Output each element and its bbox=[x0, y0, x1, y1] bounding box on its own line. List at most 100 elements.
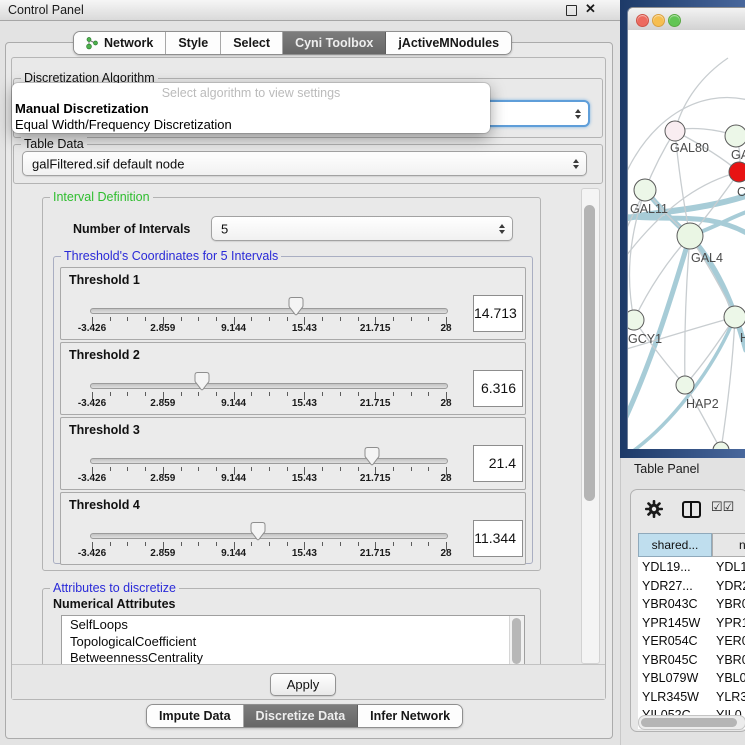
slider-tick bbox=[198, 392, 199, 396]
table-row[interactable]: YER054C YER0 bbox=[638, 633, 745, 652]
table-data-combobox[interactable]: galFiltered.sif default node bbox=[22, 151, 587, 176]
network-node-gal11[interactable] bbox=[634, 179, 656, 201]
cell-shared-name[interactable]: YBR043C bbox=[642, 597, 698, 611]
threshold-slider[interactable]: -3.4262.8599.14415.4321.71528 bbox=[87, 521, 451, 563]
table-row[interactable]: YDL19... YDL1 bbox=[638, 559, 745, 578]
slider-tick bbox=[127, 392, 128, 396]
slider-tick bbox=[110, 542, 111, 546]
threshold-slider[interactable]: -3.4262.8599.14415.4321.71528 bbox=[87, 446, 451, 488]
tab-select[interactable]: Select bbox=[221, 32, 283, 54]
checkbox-columns-icon[interactable]: ☑☑ bbox=[711, 499, 734, 515]
combo-arrows-icon bbox=[575, 109, 581, 119]
settings-vertical-scrollbar[interactable] bbox=[581, 188, 600, 664]
slider-thumb-icon[interactable] bbox=[364, 447, 379, 467]
cell-name[interactable]: YPR1 bbox=[716, 616, 745, 630]
network-node-gal4[interactable] bbox=[677, 223, 703, 249]
cell-shared-name[interactable]: YBL079W bbox=[642, 671, 698, 685]
node-label: GA bbox=[731, 148, 745, 162]
slider-thumb-icon[interactable] bbox=[194, 372, 209, 392]
settings-gear-icon[interactable] bbox=[644, 499, 664, 519]
slider-track[interactable] bbox=[90, 383, 448, 389]
menu-item-equal-width-frequency[interactable]: Equal Width/Frequency Discretization bbox=[15, 117, 232, 132]
scrollbar-thumb[interactable] bbox=[584, 205, 595, 501]
slider-track[interactable] bbox=[90, 458, 448, 464]
tab-discretize-data[interactable]: Discretize Data bbox=[244, 705, 359, 727]
cell-name[interactable]: YBR0 bbox=[716, 653, 745, 667]
table-row[interactable]: YBR043C YBR0 bbox=[638, 596, 745, 615]
column-header-name[interactable]: na bbox=[712, 533, 745, 557]
tab-network[interactable]: Network bbox=[74, 32, 166, 54]
tab-jactivemnodules[interactable]: jActiveMNodules bbox=[386, 32, 511, 54]
threshold-label: Threshold 2 bbox=[69, 348, 140, 362]
cell-shared-name[interactable]: YLR345W bbox=[642, 690, 699, 704]
table-row[interactable]: YDR27... YDR2 bbox=[638, 578, 745, 597]
slider-tick bbox=[110, 317, 111, 321]
slider-tick bbox=[340, 467, 341, 471]
numerical-attributes-list[interactable]: SelfLoopsTopologicalCoefficientBetweenne… bbox=[61, 615, 525, 664]
cell-shared-name[interactable]: YDR27... bbox=[642, 579, 693, 593]
slider-track[interactable] bbox=[90, 533, 448, 539]
cell-name[interactable]: YDR2 bbox=[716, 579, 745, 593]
threshold-label: Threshold 1 bbox=[69, 273, 140, 287]
slider-tick-label: -3.426 bbox=[78, 473, 106, 484]
number-of-intervals-combobox[interactable]: 5 bbox=[211, 216, 513, 241]
menu-item-manual-discretization[interactable]: Manual Discretization bbox=[15, 101, 149, 116]
tab-impute-data[interactable]: Impute Data bbox=[147, 705, 244, 727]
network-node-c[interactable] bbox=[729, 162, 745, 182]
cell-shared-name[interactable]: YPR145W bbox=[642, 616, 700, 630]
network-node[interactable] bbox=[713, 442, 729, 449]
minimize-traffic-light[interactable] bbox=[652, 14, 665, 27]
threshold-value-field[interactable]: 6.316 bbox=[473, 370, 523, 407]
attribute-list-item[interactable]: BetweennessCentrality bbox=[62, 650, 509, 664]
combo-arrows-icon bbox=[499, 224, 505, 234]
cell-name[interactable]: YBL0 bbox=[716, 671, 745, 685]
slider-tick bbox=[358, 542, 359, 546]
slider-thumb-icon[interactable] bbox=[251, 522, 266, 542]
algorithm-dropdown-popup: Select algorithm to view settings Manual… bbox=[12, 83, 490, 133]
threshold-slider[interactable]: -3.4262.8599.14415.4321.71528 bbox=[87, 371, 451, 413]
network-node-ga[interactable] bbox=[725, 125, 745, 147]
tab-infer-network[interactable]: Infer Network bbox=[358, 705, 462, 727]
table-data-selected: galFiltered.sif default node bbox=[32, 156, 184, 171]
tab-cyni-toolbox[interactable]: Cyni Toolbox bbox=[283, 32, 386, 54]
threshold-panel: Threshold 2 6.316 -3.4262.8599.14415.432… bbox=[60, 342, 526, 415]
table-row[interactable]: YPR145W YPR1 bbox=[638, 615, 745, 634]
zoom-traffic-light[interactable] bbox=[668, 14, 681, 27]
cell-name[interactable]: YER0 bbox=[716, 634, 745, 648]
network-node-gcy1[interactable] bbox=[628, 310, 644, 330]
node-table[interactable]: shared... na YDL19... YDL1 YDR27... YDR2 YBR… bbox=[638, 533, 745, 729]
network-node-gal80[interactable] bbox=[665, 121, 685, 141]
cell-shared-name[interactable]: YER054C bbox=[642, 634, 698, 648]
threshold-value-field[interactable]: 21.4 bbox=[473, 445, 523, 482]
attributes-list-scrollbar[interactable] bbox=[509, 616, 524, 664]
slider-thumb-icon[interactable] bbox=[289, 297, 304, 317]
table-horizontal-scrollbar[interactable] bbox=[638, 715, 745, 730]
app-root: Control Panel ✕ NetworkStyleSelectCyni T… bbox=[0, 0, 745, 745]
cell-shared-name[interactable]: YBR045C bbox=[642, 653, 698, 667]
split-view-icon[interactable] bbox=[682, 501, 701, 518]
attribute-list-item[interactable]: TopologicalCoefficient bbox=[62, 634, 509, 651]
network-node-hap2[interactable] bbox=[676, 376, 694, 394]
scrollbar-thumb[interactable] bbox=[512, 618, 521, 664]
network-canvas[interactable]: GAL80GACGAL11GAL4GCY1HHAP2 bbox=[628, 30, 745, 449]
close-icon[interactable]: ✕ bbox=[585, 1, 596, 17]
cell-name[interactable]: YBR0 bbox=[716, 597, 745, 611]
threshold-value-field[interactable]: 14.713 bbox=[473, 295, 523, 332]
slider-track[interactable] bbox=[90, 308, 448, 314]
threshold-value-field[interactable]: 11.344 bbox=[473, 520, 523, 557]
network-node-h[interactable] bbox=[724, 306, 745, 328]
close-traffic-light[interactable] bbox=[636, 14, 649, 27]
scrollbar-thumb[interactable] bbox=[641, 718, 737, 727]
tab-style[interactable]: Style bbox=[166, 32, 221, 54]
cell-shared-name[interactable]: YDL19... bbox=[642, 560, 691, 574]
column-header-shared-name[interactable]: shared... bbox=[638, 533, 712, 557]
table-row[interactable]: YLR345W YLR3 bbox=[638, 689, 745, 708]
cell-name[interactable]: YLR3 bbox=[716, 690, 745, 704]
float-window-icon[interactable] bbox=[566, 5, 577, 16]
threshold-slider[interactable]: -3.4262.8599.14415.4321.71528 bbox=[87, 296, 451, 338]
apply-button[interactable]: Apply bbox=[270, 673, 336, 696]
attribute-list-item[interactable]: SelfLoops bbox=[62, 617, 509, 634]
table-row[interactable]: YBL079W YBL0 bbox=[638, 670, 745, 689]
table-row[interactable]: YBR045C YBR0 bbox=[638, 652, 745, 671]
cell-name[interactable]: YDL1 bbox=[716, 560, 745, 574]
